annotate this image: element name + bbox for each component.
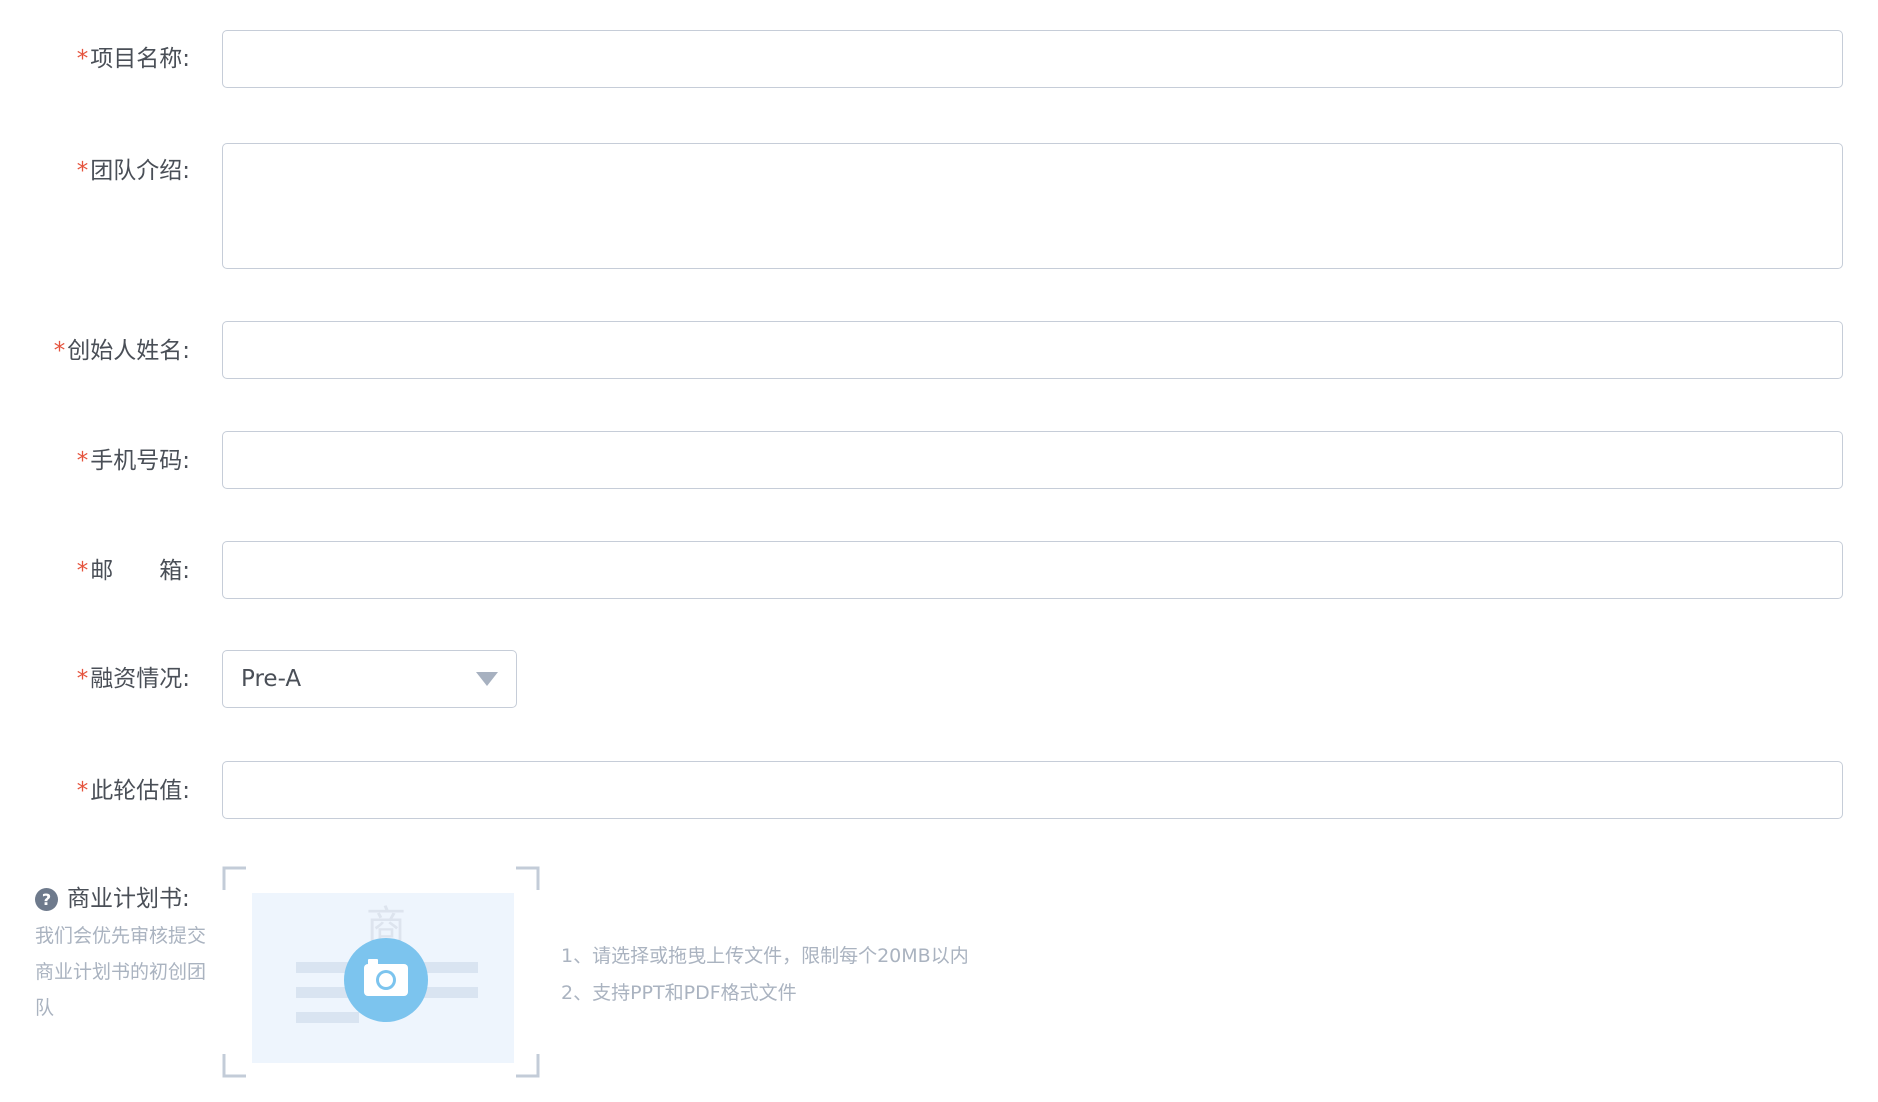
valuation-input[interactable] xyxy=(222,761,1843,819)
project-name-input[interactable] xyxy=(222,30,1843,88)
founder-name-input[interactable] xyxy=(222,321,1843,379)
caret-down-icon[interactable] xyxy=(476,672,498,686)
founder-name-label: *创始人姓名: xyxy=(53,338,190,364)
camera-icon xyxy=(364,959,408,996)
business-plan-label: ? 商业计划书: xyxy=(35,884,190,914)
upload-tips: 1、请选择或拖曳上传文件，限制每个20MB以内 2、支持PPT和PDF格式文件 xyxy=(561,938,969,1012)
upload-tip-1: 1、请选择或拖曳上传文件，限制每个20MB以内 xyxy=(561,945,969,967)
financing-select[interactable]: Pre-A xyxy=(222,650,517,708)
email-input[interactable] xyxy=(222,541,1843,599)
upload-illustration: 商 xyxy=(222,866,540,1078)
upload-tip-2: 2、支持PPT和PDF格式文件 xyxy=(561,982,797,1004)
project-name-label: *项目名称: xyxy=(76,46,190,72)
required-mark: * xyxy=(76,448,89,474)
required-mark: * xyxy=(76,666,89,692)
valuation-label: *此轮估值: xyxy=(76,778,190,804)
financing-label: *融资情况: xyxy=(76,666,190,692)
business-plan-upload-area[interactable]: 商 xyxy=(222,866,540,1078)
team-intro-textarea[interactable] xyxy=(222,143,1843,269)
phone-input[interactable] xyxy=(222,431,1843,489)
business-plan-description: 我们会优先审核提交商业计划书的初创团队 xyxy=(35,925,207,1019)
required-mark: * xyxy=(76,778,89,804)
document-line xyxy=(296,1012,359,1023)
required-mark: * xyxy=(53,338,66,364)
team-intro-label: *团队介绍: xyxy=(76,158,190,184)
required-mark: * xyxy=(76,158,89,184)
financing-selected-value: Pre-A xyxy=(241,666,302,692)
required-mark: * xyxy=(76,558,89,584)
phone-label: *手机号码: xyxy=(76,448,190,474)
required-mark: * xyxy=(76,46,89,72)
question-circle-icon[interactable]: ? xyxy=(35,887,58,911)
email-label: *邮 箱: xyxy=(76,558,190,584)
